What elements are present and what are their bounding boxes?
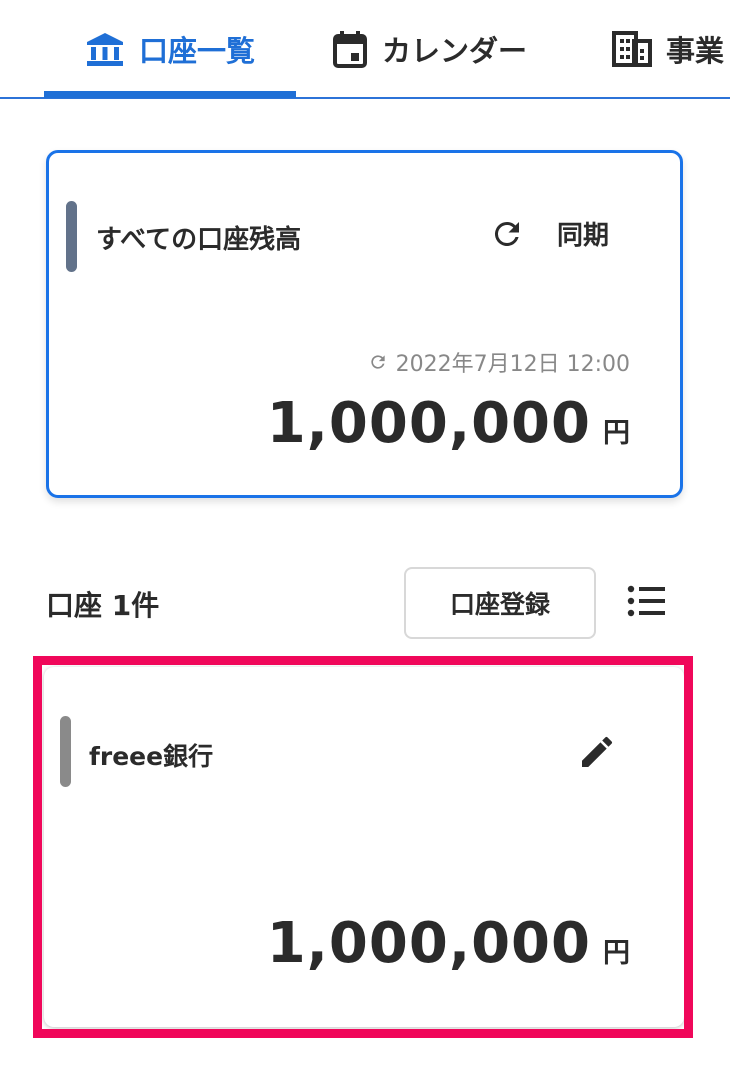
refresh-icon (489, 216, 525, 252)
office-building-icon (612, 30, 652, 67)
tab-accounts[interactable]: 口座一覧 (44, 0, 296, 98)
list-view-button[interactable] (626, 584, 668, 622)
highlight-frame (33, 656, 693, 1038)
total-balance-card: すべての口座残高 同期 2022年7月12日 12:00 1,000,000 円 (46, 150, 683, 498)
tab-calendar-label: カレンダー (382, 33, 528, 68)
total-amount: 1,000,000 円 (267, 391, 630, 456)
tab-business[interactable]: 事業 (612, 0, 724, 97)
list-icon (627, 585, 667, 621)
sync-label: 同期 (557, 221, 610, 251)
register-account-button[interactable]: 口座登録 (404, 567, 596, 639)
currency-unit: 円 (603, 418, 630, 449)
bank-icon (85, 31, 125, 67)
total-amount-value: 1,000,000 (266, 391, 591, 456)
accounts-count: 口座 1件 (46, 589, 160, 622)
last-updated-text: 2022年7月12日 12:00 (395, 352, 630, 377)
tab-accounts-label: 口座一覧 (138, 33, 255, 68)
refresh-icon (368, 352, 388, 372)
card-accent-bar (66, 201, 77, 272)
tab-bar: 口座一覧 カレンダー 事業 (0, 0, 730, 99)
total-balance-title: すべての口座残高 (96, 225, 302, 255)
calendar-icon (332, 30, 368, 68)
tab-business-label: 事業 (666, 33, 725, 68)
last-updated: 2022年7月12日 12:00 (368, 346, 630, 378)
app-page: 口座一覧 カレンダー 事業 すべての口座残高 同期 2022年7月12日 12:… (0, 0, 730, 1074)
tab-calendar[interactable]: カレンダー (332, 0, 527, 97)
sync-button[interactable]: 同期 (489, 215, 609, 252)
